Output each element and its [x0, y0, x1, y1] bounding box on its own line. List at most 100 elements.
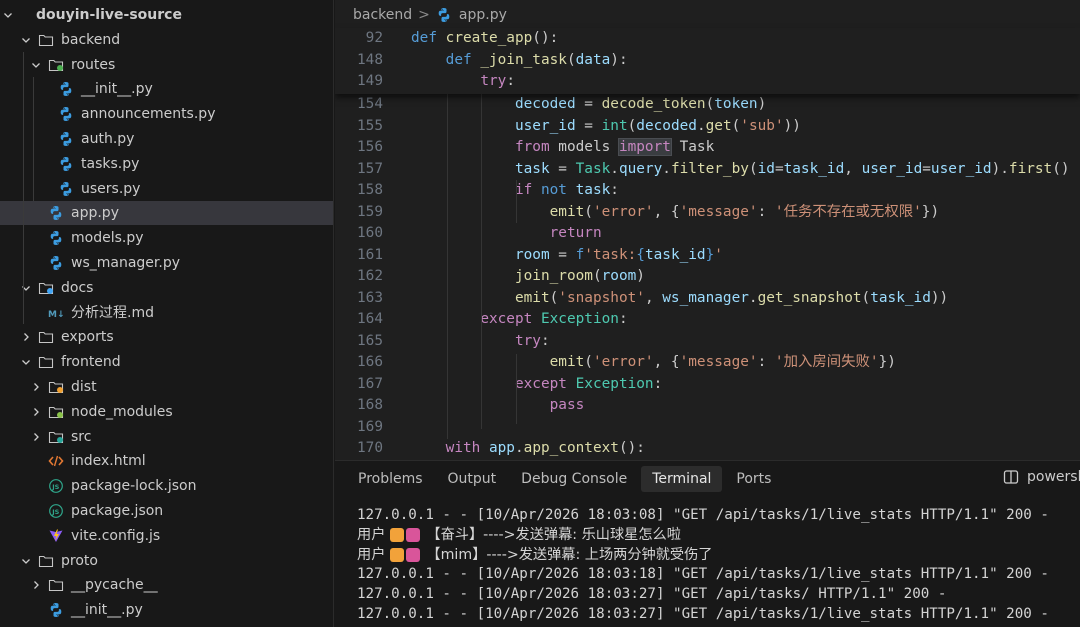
panel-tab-terminal[interactable]: Terminal — [641, 466, 723, 492]
code-line[interactable]: 92 def create_app(): — [335, 28, 1080, 50]
line-number: 157 — [357, 160, 383, 177]
panel-tabs: Problems Output Debug Console Terminal Ports — [335, 461, 1080, 497]
explorer-item[interactable]: dist — [0, 375, 333, 399]
code-token: decoded — [514, 96, 576, 112]
indent-guide — [516, 180, 517, 223]
explorer-item[interactable]: __pycache__ — [0, 573, 333, 597]
explorer-item[interactable]: JS package-lock.json — [0, 474, 333, 498]
split-terminal-icon[interactable] — [1003, 469, 1019, 485]
chevron-down-icon[interactable] — [0, 7, 16, 23]
chevron-right-icon[interactable] — [28, 404, 44, 420]
explorer-item[interactable]: announcements.py — [0, 102, 333, 126]
explorer-item[interactable]: __init__.py — [0, 77, 333, 101]
line-number: 149 — [357, 73, 383, 89]
terminal-line: 127.0.0.1 - - [10/Apr/2026 18:03:08] "GE… — [357, 505, 1049, 525]
code-line[interactable]: 170 with app.app_context(): — [335, 438, 1080, 460]
explorer-item-label: frontend — [61, 354, 121, 371]
code-line[interactable]: 149 try: — [335, 71, 1080, 93]
explorer-item-label: announcements.py — [81, 106, 216, 123]
explorer-item[interactable]: __init__.py — [0, 598, 333, 622]
code-editor[interactable]: backend > app.py 92 def create_app(): 148 … — [335, 0, 1080, 460]
explorer-item[interactable]: proto — [0, 549, 333, 573]
chevron-down-icon[interactable] — [18, 32, 34, 48]
code-line[interactable]: 148 def _join_task(data): — [335, 50, 1080, 72]
code-token: ( — [549, 289, 559, 306]
explorer-item[interactable]: src — [0, 425, 333, 449]
code-text: emit('error', {'message': '加入房间失败'}) — [411, 352, 896, 374]
chevron-down-icon[interactable] — [18, 354, 34, 370]
explorer-item[interactable]: JS package.json — [0, 499, 333, 523]
code-text: def create_app(): — [411, 28, 558, 50]
chevron-right-icon[interactable] — [28, 379, 44, 395]
chevron-right-icon[interactable] — [28, 577, 44, 593]
code-text: emit('snapshot', ws_manager.get_snapshot… — [411, 288, 948, 310]
code-token: (): — [532, 30, 559, 46]
sticky-scroll[interactable]: 92 def create_app(): 148 def _join_task(da… — [335, 28, 1080, 94]
code-token: )) — [930, 289, 949, 306]
chevron-down-icon[interactable] — [28, 57, 44, 73]
code-token: user_id — [930, 160, 992, 177]
explorer-item-label: proto — [61, 552, 98, 569]
code-token: ( — [748, 160, 758, 177]
code-token: 'snapshot' — [558, 289, 645, 306]
terminal-line: 用户 【奋斗】---->发送弹幕: 乐山球星怎么啦 — [357, 525, 681, 545]
svg-text:M↓: M↓ — [48, 310, 64, 320]
chevron-right-icon[interactable] — [18, 329, 34, 345]
explorer-item[interactable]: tasks.py — [0, 152, 333, 176]
panel-tab-ports[interactable]: Ports — [725, 466, 782, 492]
explorer-item[interactable]: routes — [0, 53, 333, 77]
female-badge-icon — [405, 527, 420, 542]
python-icon — [58, 156, 74, 172]
explorer-item-label: ws_manager.py — [71, 255, 181, 271]
explorer-item[interactable]: models.py — [0, 226, 333, 250]
explorer-item[interactable]: users.py — [0, 177, 333, 201]
chevron-down-icon[interactable] — [18, 553, 34, 569]
explorer-item[interactable]: backend — [0, 28, 333, 52]
code-token: try — [514, 332, 541, 349]
explorer-item[interactable]: douyin-live-source — [0, 3, 333, 27]
explorer-item-label: node_modules — [71, 403, 173, 420]
chevron-down-icon[interactable] — [18, 280, 34, 296]
panel-tab-output[interactable]: Output — [437, 466, 508, 492]
code-token: first — [1008, 160, 1053, 177]
breadcrumb-folder[interactable]: backend — [353, 7, 412, 23]
breadcrumb-file[interactable]: app.py — [459, 7, 507, 23]
explorer-item[interactable]: auth.py — [0, 127, 333, 151]
code-token: ( — [566, 51, 576, 68]
explorer-item[interactable]: node_modules — [0, 400, 333, 424]
code-token: Exception — [540, 311, 619, 327]
code-token: ) — [636, 268, 645, 284]
python-icon — [58, 106, 74, 122]
explorer-item[interactable]: frontend — [0, 350, 333, 374]
explorer-item[interactable]: vite.config.js — [0, 524, 333, 548]
explorer-item[interactable]: exports — [0, 325, 333, 349]
code-token: 'error' — [592, 354, 654, 370]
explorer-item[interactable]: docs — [0, 276, 333, 300]
json-icon: JS — [48, 478, 64, 494]
terminal-shell-selector[interactable]: powershell — [1003, 469, 1080, 485]
explorer-item[interactable]: app.py — [0, 201, 333, 226]
chevron-right-icon[interactable] — [28, 429, 44, 445]
code-token: 'message' — [679, 203, 758, 220]
line-number: 163 — [357, 289, 383, 306]
folder-dist-icon — [48, 379, 64, 395]
panel-tab-debug-console[interactable]: Debug Console — [510, 466, 638, 492]
explorer-item-label: douyin-live-source — [36, 7, 182, 23]
folder-node-icon — [48, 404, 64, 420]
explorer-item[interactable]: index.html — [0, 449, 333, 473]
code-token: = — [549, 246, 576, 263]
explorer-item-label: 分析过程.md — [71, 304, 154, 321]
code-token: . — [610, 160, 619, 177]
code-token: 'message' — [679, 354, 758, 370]
explorer-item[interactable]: ws_manager.py — [0, 251, 333, 275]
panel-tab-problems[interactable]: Problems — [347, 466, 434, 492]
explorer-item[interactable]: M↓ 分析过程.md — [0, 301, 333, 325]
code-token: task_id — [644, 246, 706, 263]
indent-guide — [33, 77, 34, 201]
breadcrumb-separator: > — [418, 7, 430, 23]
explorer-item-label: app.py — [71, 205, 119, 222]
